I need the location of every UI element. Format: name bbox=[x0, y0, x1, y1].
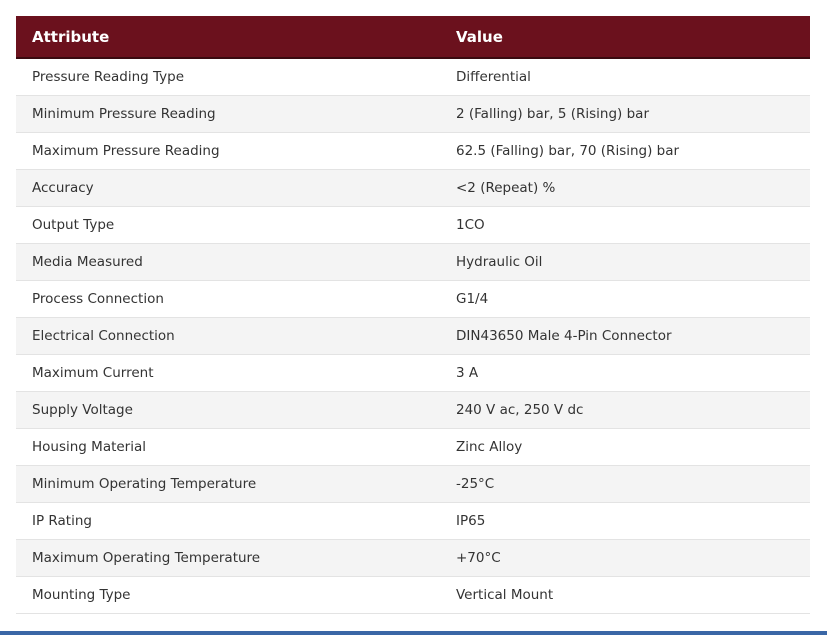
table-row: Maximum Pressure Reading 62.5 (Falling) … bbox=[16, 132, 810, 170]
page-frame: Attribute Value Pressure Reading Type Di… bbox=[0, 0, 827, 635]
attribute-cell: Maximum Operating Temperature bbox=[16, 539, 440, 577]
header-row: Attribute Value bbox=[16, 16, 810, 59]
table-row: Output Type 1CO bbox=[16, 206, 810, 244]
table-row: Maximum Operating Temperature +70°C bbox=[16, 539, 810, 577]
table-row: Minimum Pressure Reading 2 (Falling) bar… bbox=[16, 95, 810, 133]
value-cell: -25°C bbox=[440, 465, 810, 503]
attribute-cell: Media Measured bbox=[16, 243, 440, 281]
value-cell: G1/4 bbox=[440, 280, 810, 318]
value-cell: Vertical Mount bbox=[440, 576, 810, 614]
table-row: Media Measured Hydraulic Oil bbox=[16, 243, 810, 281]
attribute-cell: Mounting Type bbox=[16, 576, 440, 614]
table-row: Mounting Type Vertical Mount bbox=[16, 576, 810, 614]
attribute-cell: Housing Material bbox=[16, 428, 440, 466]
value-cell: Hydraulic Oil bbox=[440, 243, 810, 281]
table-row: Supply Voltage 240 V ac, 250 V dc bbox=[16, 391, 810, 429]
table-row: IP Rating IP65 bbox=[16, 502, 810, 540]
attribute-cell: Electrical Connection bbox=[16, 317, 440, 355]
attribute-cell: Accuracy bbox=[16, 169, 440, 207]
value-cell: Zinc Alloy bbox=[440, 428, 810, 466]
attribute-cell: Maximum Pressure Reading bbox=[16, 132, 440, 170]
table-row: Maximum Current 3 A bbox=[16, 354, 810, 392]
bottom-accent-bar bbox=[0, 631, 827, 635]
table-row: Housing Material Zinc Alloy bbox=[16, 428, 810, 466]
value-cell: Differential bbox=[440, 58, 810, 96]
attribute-cell: Minimum Pressure Reading bbox=[16, 95, 440, 133]
table-row: Minimum Operating Temperature -25°C bbox=[16, 465, 810, 503]
value-cell: +70°C bbox=[440, 539, 810, 577]
header-attribute: Attribute bbox=[16, 16, 440, 59]
value-cell: 1CO bbox=[440, 206, 810, 244]
value-cell: 2 (Falling) bar, 5 (Rising) bar bbox=[440, 95, 810, 133]
attribute-cell: IP Rating bbox=[16, 502, 440, 540]
value-cell: 62.5 (Falling) bar, 70 (Rising) bar bbox=[440, 132, 810, 170]
attribute-cell: Process Connection bbox=[16, 280, 440, 318]
attribute-cell: Pressure Reading Type bbox=[16, 58, 440, 96]
value-cell: DIN43650 Male 4-Pin Connector bbox=[440, 317, 810, 355]
attribute-cell: Minimum Operating Temperature bbox=[16, 465, 440, 503]
header-value: Value bbox=[440, 16, 810, 59]
attribute-cell: Maximum Current bbox=[16, 354, 440, 392]
attribute-cell: Supply Voltage bbox=[16, 391, 440, 429]
table-header: Attribute Value bbox=[16, 16, 810, 59]
specifications-table-container: Attribute Value Pressure Reading Type Di… bbox=[16, 16, 810, 614]
value-cell: 3 A bbox=[440, 354, 810, 392]
value-cell: 240 V ac, 250 V dc bbox=[440, 391, 810, 429]
value-cell: IP65 bbox=[440, 502, 810, 540]
table-row: Accuracy <2 (Repeat) % bbox=[16, 169, 810, 207]
table-body: Pressure Reading Type Differential Minim… bbox=[16, 58, 810, 614]
specifications-table: Attribute Value Pressure Reading Type Di… bbox=[16, 16, 810, 614]
value-cell: <2 (Repeat) % bbox=[440, 169, 810, 207]
table-row: Process Connection G1/4 bbox=[16, 280, 810, 318]
table-row: Pressure Reading Type Differential bbox=[16, 58, 810, 96]
attribute-cell: Output Type bbox=[16, 206, 440, 244]
table-row: Electrical Connection DIN43650 Male 4-Pi… bbox=[16, 317, 810, 355]
